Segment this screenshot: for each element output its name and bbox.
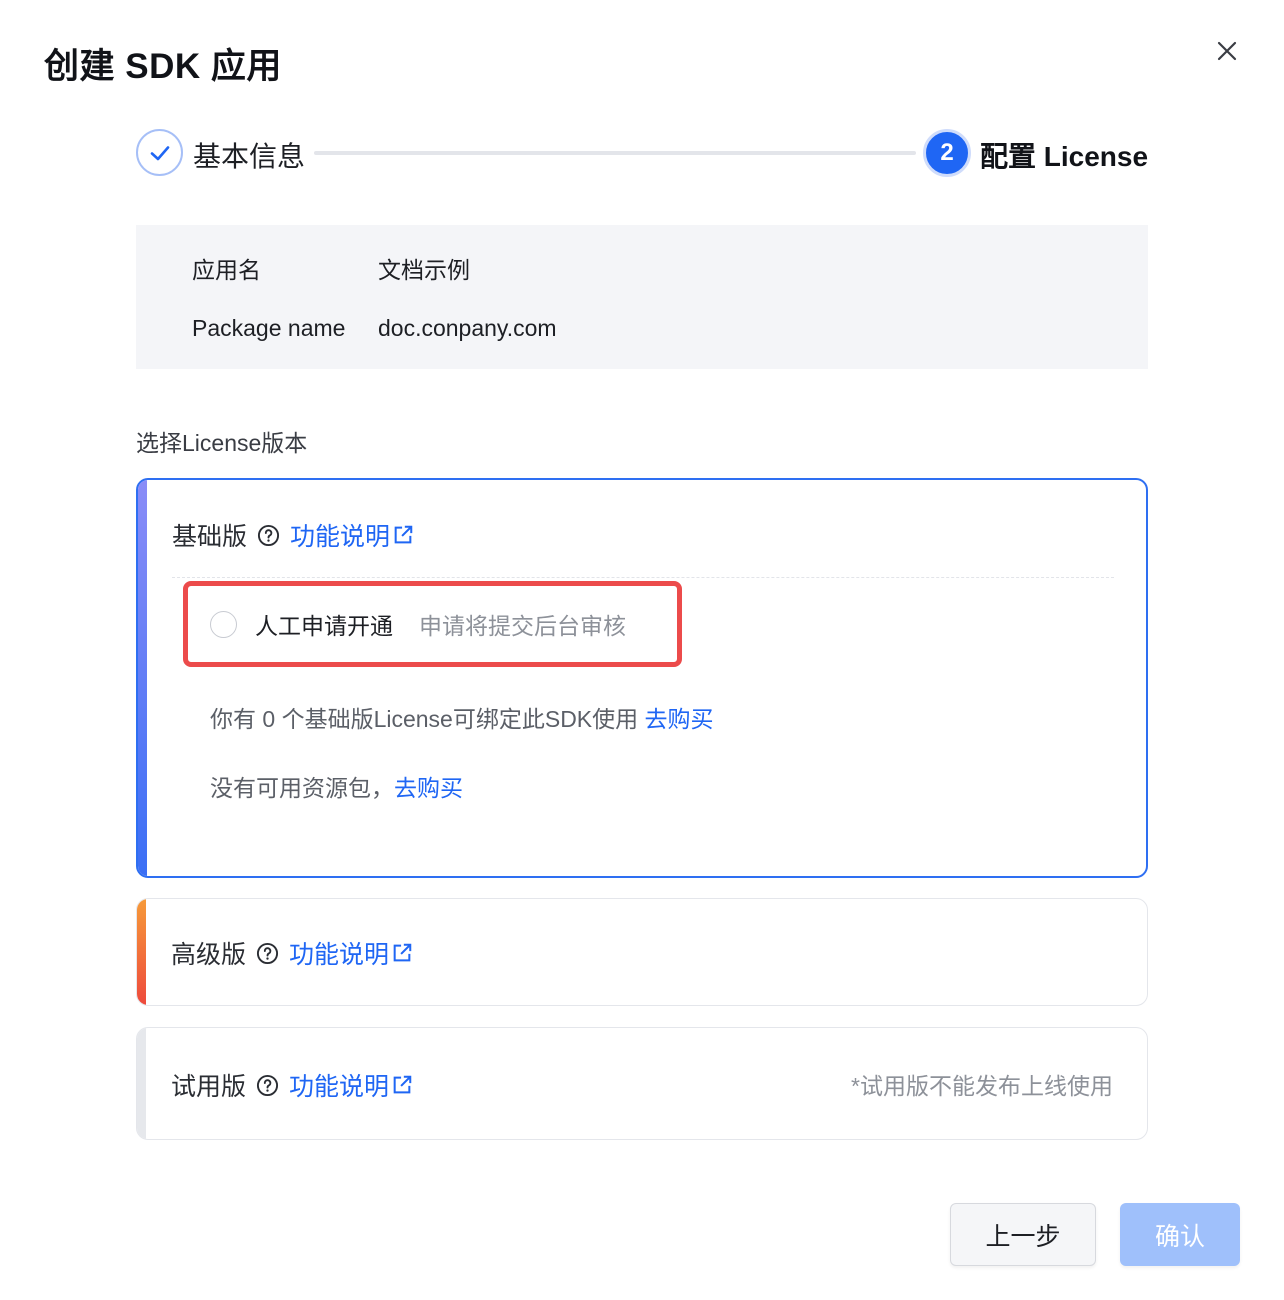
step-2-label: 配置 License	[980, 141, 1149, 172]
license-name-basic: 基础版	[172, 523, 248, 551]
buy-resource-pack-link[interactable]: 去购买	[394, 775, 463, 801]
card-header: 试用版 功能说明	[171, 1067, 413, 1103]
external-link-icon	[394, 525, 413, 544]
card-accent-stripe	[138, 480, 147, 876]
card-header: 基础版 功能说明	[172, 517, 414, 553]
manual-apply-option[interactable]: 人工申请开通 申请将提交后台审核	[210, 607, 626, 641]
help-icon[interactable]	[256, 1074, 279, 1097]
step-1-indicator	[136, 129, 183, 176]
radio-button[interactable]	[210, 610, 237, 638]
step-1-label: 基本信息	[193, 141, 306, 172]
radio-hint: 申请将提交后台审核	[419, 613, 626, 639]
package-name-value: doc.conpany.com	[378, 315, 557, 341]
license-card-advanced[interactable]: 高级版 功能说明	[136, 898, 1148, 1006]
license-section-label: 选择License版本	[136, 430, 308, 456]
resource-pack-text: 没有可用资源包，	[210, 775, 394, 801]
trial-warning-note: *试用版不能发布上线使用	[851, 1073, 1113, 1099]
license-name-advanced: 高级版	[171, 941, 247, 969]
close-button[interactable]	[1208, 32, 1246, 70]
dialog-title: 创建 SDK 应用	[44, 47, 282, 86]
license-count-text: 你有 0 个基础版License可绑定此SDK使用	[210, 706, 639, 732]
buy-license-link[interactable]: 去购买	[645, 706, 714, 732]
card-header: 高级版 功能说明	[171, 935, 413, 971]
package-name-key: Package name	[192, 315, 346, 341]
app-name-row: 应用名 文档示例	[192, 251, 470, 285]
feature-link-trial[interactable]: 功能说明	[289, 1067, 413, 1103]
previous-step-button[interactable]: 上一步	[950, 1203, 1096, 1266]
create-sdk-app-dialog: 创建 SDK 应用 基本信息 2 配置 License 应用名 文档示例 Pack…	[0, 0, 1284, 1300]
feature-link-text: 功能说明	[289, 1073, 390, 1101]
stepper: 基本信息 2 配置 License	[136, 128, 1148, 178]
feature-link-advanced[interactable]: 功能说明	[289, 935, 413, 971]
license-card-trial[interactable]: 试用版 功能说明 *试用版不能发布上线使用	[136, 1027, 1148, 1140]
license-card-basic[interactable]: 基础版 功能说明 人工申请开通 申请将提交后台审核 你有 0 个基础版Licen…	[136, 478, 1148, 878]
divider	[172, 577, 1114, 578]
license-count-note: 你有 0 个基础版License可绑定此SDK使用 去购买	[210, 700, 714, 734]
card-accent-stripe	[137, 1028, 146, 1139]
confirm-button[interactable]: 确认	[1120, 1203, 1240, 1266]
check-icon	[150, 145, 169, 160]
help-icon[interactable]	[256, 942, 279, 965]
step-connector	[314, 151, 916, 155]
app-name-key: 应用名	[192, 257, 261, 283]
license-name-trial: 试用版	[171, 1073, 247, 1101]
card-accent-stripe	[137, 899, 146, 1005]
radio-label: 人工申请开通	[255, 613, 393, 639]
app-info-panel: 应用名 文档示例 Package name doc.conpany.com	[136, 225, 1148, 369]
package-name-row: Package name doc.conpany.com	[192, 315, 557, 342]
feature-link-text: 功能说明	[290, 523, 391, 551]
feature-link-text: 功能说明	[289, 941, 390, 969]
app-name-value: 文档示例	[378, 257, 470, 283]
step-2-indicator: 2	[923, 129, 971, 177]
close-icon	[1217, 41, 1237, 61]
help-icon[interactable]	[257, 524, 280, 547]
external-link-icon	[393, 1075, 412, 1094]
feature-link-basic[interactable]: 功能说明	[290, 517, 414, 553]
external-link-icon	[393, 943, 412, 962]
resource-pack-note: 没有可用资源包，去购买	[210, 769, 463, 803]
